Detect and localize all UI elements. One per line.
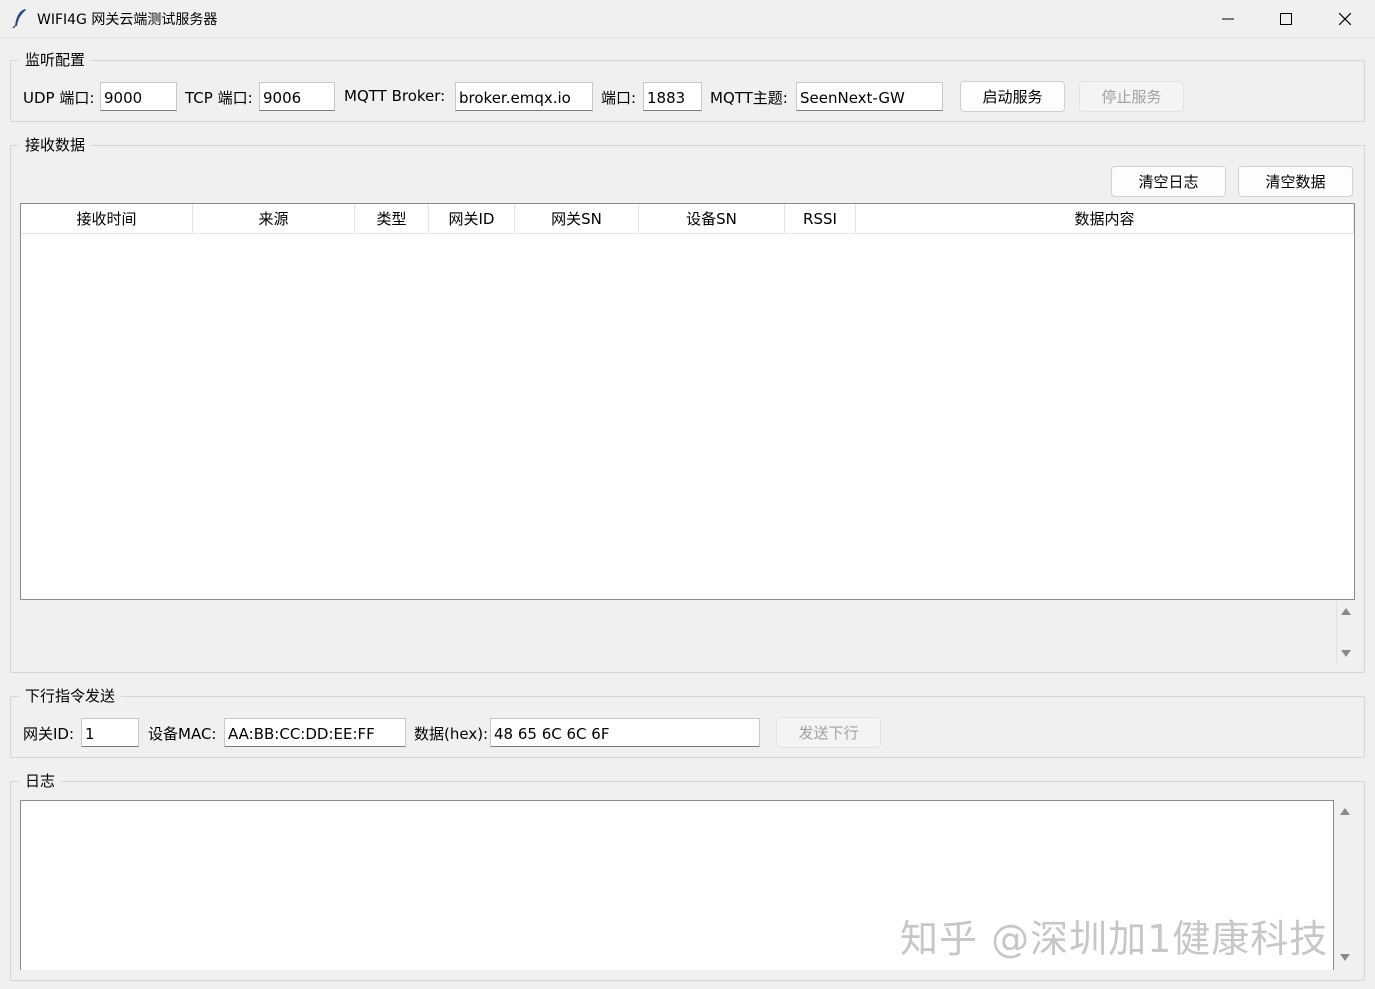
scroll-up-arrow-icon[interactable] [1341,608,1351,615]
column-header-gateway-sn[interactable]: 网关SN [515,204,639,233]
column-header-receive-time[interactable]: 接收时间 [21,204,193,233]
listen-config-legend: 监听配置 [19,49,92,70]
log-legend: 日志 [19,770,62,791]
device-mac-input[interactable] [224,718,406,747]
minimize-button[interactable] [1199,0,1257,38]
udp-port-input[interactable] [100,82,177,111]
column-header-source[interactable]: 来源 [193,204,355,233]
receive-data-legend: 接收数据 [19,134,92,155]
clear-log-button[interactable]: 清空日志 [1111,166,1226,197]
table-header: 接收时间 来源 类型 网关ID 网关SN 设备SN RSSI 数据内容 [21,204,1354,234]
gateway-id-input[interactable] [81,718,139,747]
close-icon [1339,13,1351,25]
mqtt-port-label: 端口: [601,89,637,107]
watermark: 知乎 @深圳加1健康科技 [900,917,1329,961]
title-bar: WIFI4G 网关云端测试服务器 [0,0,1375,38]
log-scroll-down-arrow-icon[interactable] [1340,954,1350,961]
downlink-legend: 下行指令发送 [19,685,122,706]
mqtt-topic-input[interactable] [796,82,943,111]
tcp-port-input[interactable] [259,82,335,111]
column-header-data-content[interactable]: 数据内容 [856,204,1354,233]
column-header-gateway-id[interactable]: 网关ID [429,204,515,233]
stop-service-button[interactable]: 停止服务 [1079,81,1184,112]
scroll-down-arrow-icon[interactable] [1341,650,1351,657]
mqtt-broker-label: MQTT Broker: [344,87,446,105]
hex-data-label: 数据(hex): [414,725,489,743]
gateway-id-label: 网关ID: [23,725,75,743]
maximize-button[interactable] [1257,0,1315,38]
close-button[interactable] [1316,0,1374,38]
log-scrollbar[interactable] [1336,800,1354,970]
received-data-table[interactable]: 接收时间 来源 类型 网关ID 网关SN 设备SN RSSI 数据内容 [20,203,1355,600]
tcp-port-label: TCP 端口: [185,89,253,107]
table-scrollbar[interactable] [1336,602,1354,664]
clear-data-button[interactable]: 清空数据 [1238,166,1353,197]
window-title: WIFI4G 网关云端测试服务器 [37,12,218,28]
column-header-rssi[interactable]: RSSI [785,204,856,233]
minimize-icon [1222,18,1234,20]
send-downlink-button[interactable]: 发送下行 [776,717,881,748]
mqtt-broker-input[interactable] [455,82,593,111]
hex-data-input[interactable] [490,718,760,747]
mqtt-port-input[interactable] [643,82,702,111]
feather-icon [12,9,26,28]
device-mac-label: 设备MAC: [148,725,217,743]
udp-port-label: UDP 端口: [23,89,95,107]
column-header-device-sn[interactable]: 设备SN [639,204,785,233]
mqtt-topic-label: MQTT主题: [710,89,788,107]
start-service-button[interactable]: 启动服务 [960,81,1065,112]
maximize-icon [1280,13,1292,25]
column-header-type[interactable]: 类型 [355,204,429,233]
log-scroll-up-arrow-icon[interactable] [1340,808,1350,815]
